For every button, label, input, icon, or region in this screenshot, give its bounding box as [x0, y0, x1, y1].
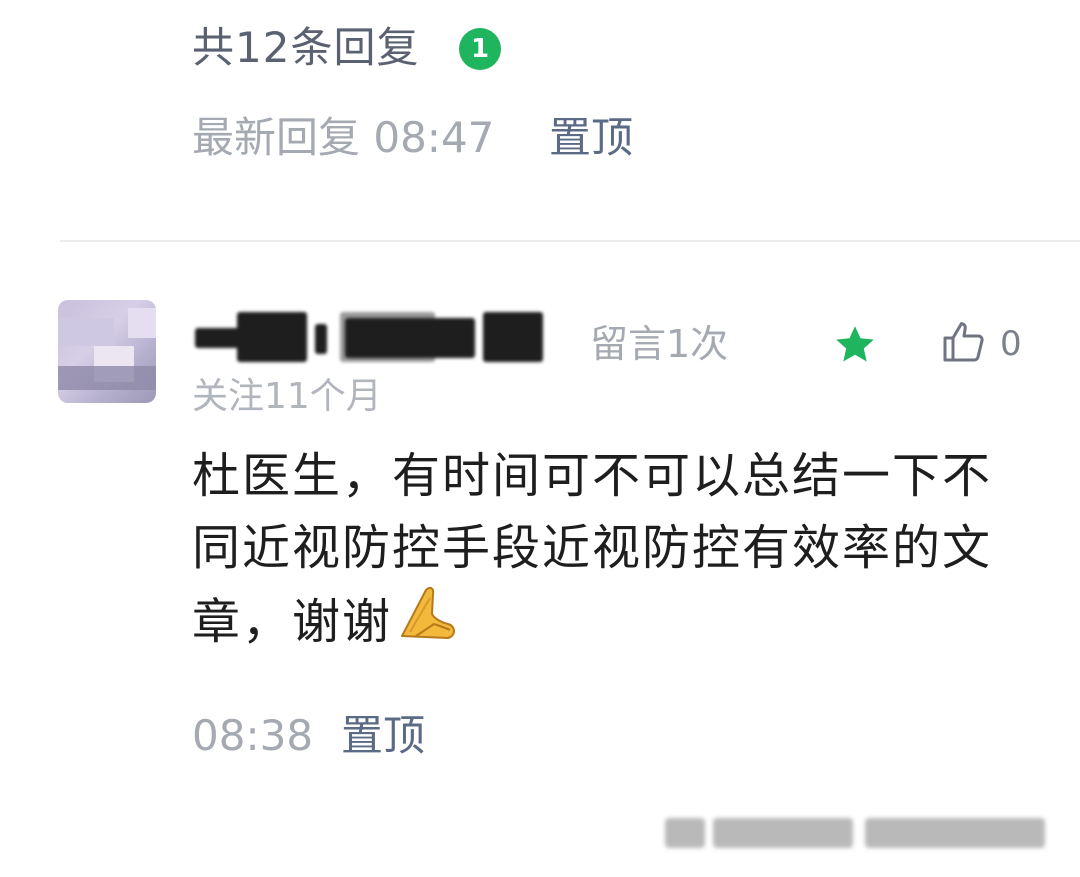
comment-text: 杜医生，有时间可不可以总结一下不同近视防控手段近视防控有效率的文章，谢谢	[192, 448, 993, 650]
watermark-redacted	[665, 810, 1050, 856]
pin-top-button[interactable]: 置顶	[549, 112, 633, 164]
follow-duration: 关注11个月	[192, 376, 382, 417]
comment-count: 留言1次	[590, 322, 729, 366]
folded-hands-icon	[401, 586, 456, 639]
divider	[60, 240, 1080, 242]
comment-time: 08:38	[192, 711, 314, 760]
comment-body: 杜医生，有时间可不可以总结一下不同近视防控手段近视防控有效率的文章，谢谢	[192, 440, 1022, 658]
unread-badge: 1	[459, 28, 501, 70]
avatar[interactable]	[58, 300, 156, 403]
like-count: 0	[1000, 324, 1022, 364]
like-icon[interactable]	[940, 317, 988, 367]
latest-reply-time: 最新回复 08:47	[192, 113, 495, 162]
star-icon[interactable]	[832, 322, 878, 368]
reply-count: 共12条回复	[192, 23, 420, 72]
author-nickname-redacted[interactable]	[195, 312, 555, 362]
pin-top-button[interactable]: 置顶	[341, 710, 425, 762]
